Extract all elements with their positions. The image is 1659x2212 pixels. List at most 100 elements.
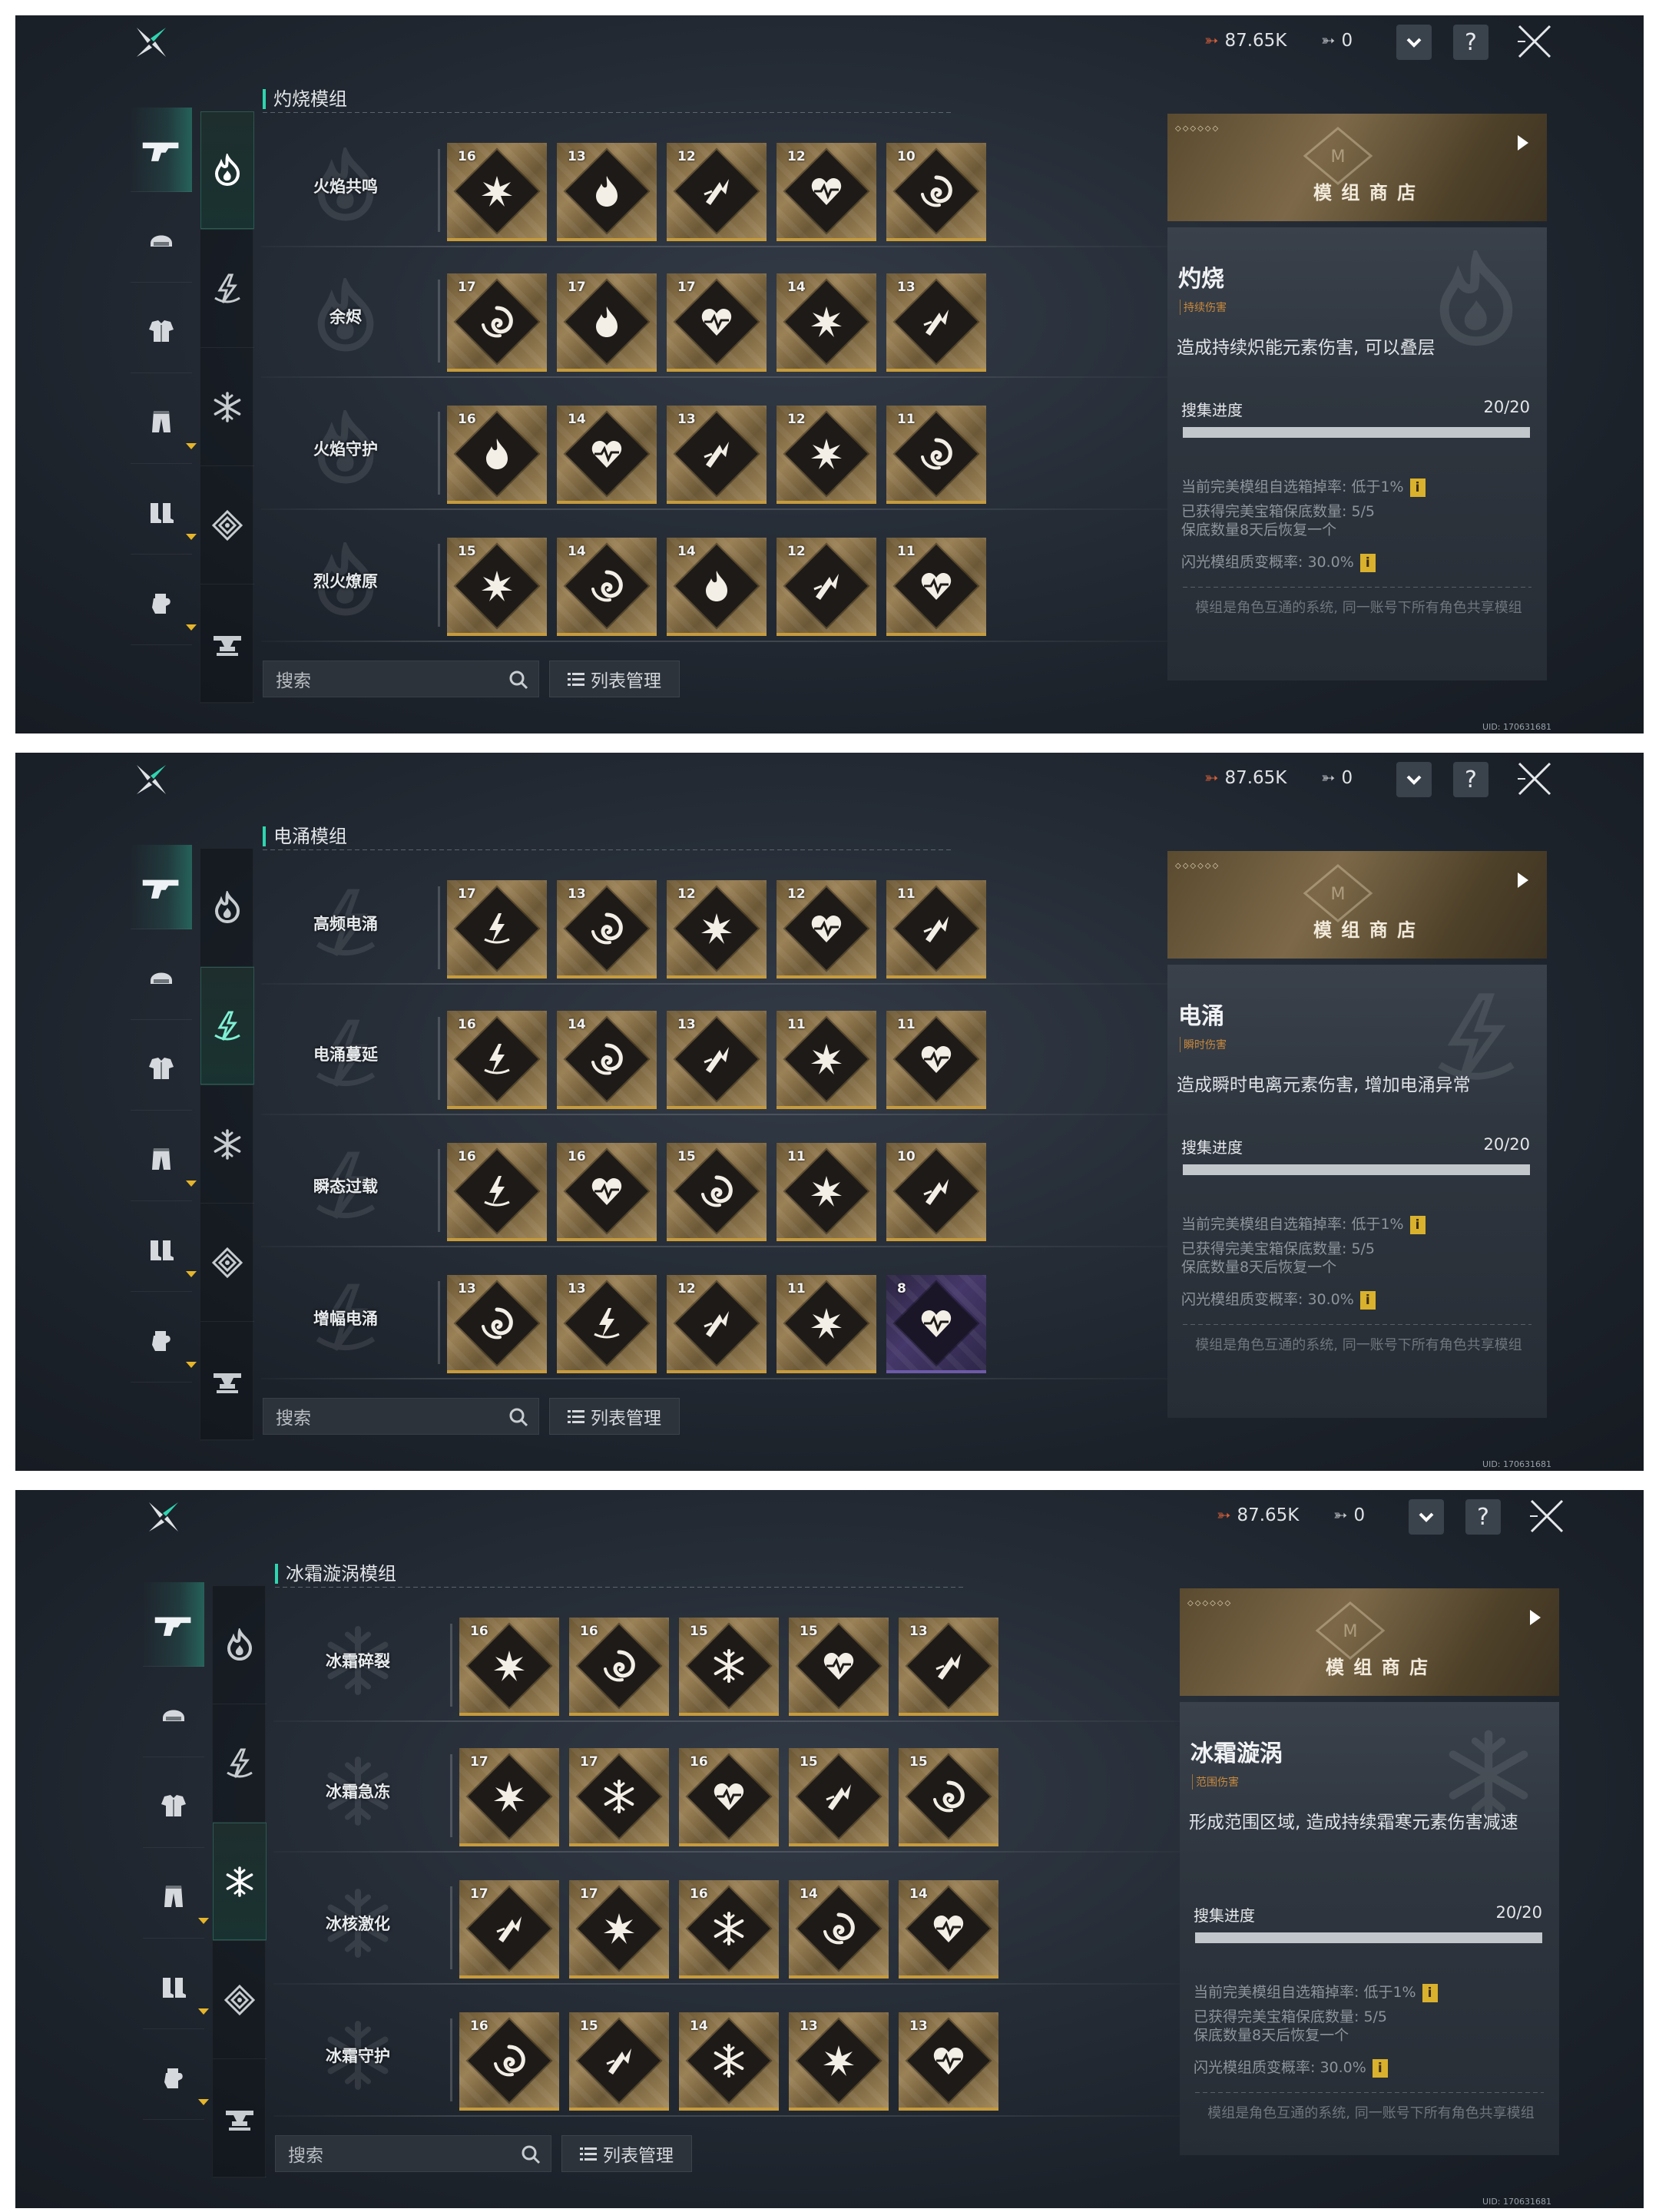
equipment-slot-glove[interactable] <box>143 2035 209 2120</box>
module-tile[interactable]: 17 <box>569 1748 669 1846</box>
module-tile[interactable]: 8 <box>886 1275 986 1373</box>
module-tile[interactable]: 12 <box>667 880 767 979</box>
module-set-row[interactable]: 冰核激化 17 17 16 14 14 <box>273 1869 1180 1985</box>
module-tile[interactable]: 14 <box>667 538 767 636</box>
module-tile[interactable]: 12 <box>777 406 876 504</box>
module-tile[interactable]: 13 <box>557 1275 657 1373</box>
equipment-slot-glove[interactable] <box>131 561 197 645</box>
module-tile[interactable]: 16 <box>447 1143 547 1241</box>
equipment-slot-pants[interactable] <box>143 1854 209 1939</box>
module-tile[interactable]: 16 <box>679 1880 779 1979</box>
element-tab-fire-element[interactable] <box>200 111 254 230</box>
equipment-slot-boots[interactable] <box>143 1945 209 2029</box>
module-tile[interactable]: 11 <box>777 1011 876 1109</box>
element-tab-physical-element[interactable] <box>200 1204 254 1322</box>
list-manage-button[interactable]: 列表管理 <box>549 1398 680 1435</box>
search-input[interactable]: 搜索 <box>263 661 539 697</box>
list-manage-button[interactable]: 列表管理 <box>561 2135 692 2172</box>
module-set-row[interactable]: 烈火燎原 15 14 14 12 11 <box>261 527 1167 642</box>
list-manage-button[interactable]: 列表管理 <box>549 661 680 697</box>
module-tile[interactable]: 12 <box>667 143 767 241</box>
help-button[interactable]: ? <box>1453 762 1488 797</box>
element-tab-anvil[interactable] <box>200 1322 254 1440</box>
module-set-row[interactable]: 冰霜碎裂 16 16 15 15 13 <box>273 1607 1180 1722</box>
equipment-slot-glove[interactable] <box>131 1298 197 1382</box>
dropdown-button[interactable] <box>1409 1499 1444 1535</box>
module-tile[interactable]: 13 <box>667 406 767 504</box>
close-button[interactable] <box>1515 22 1555 61</box>
module-tile[interactable]: 16 <box>447 143 547 241</box>
element-tab-thunder-element[interactable] <box>200 230 254 348</box>
module-tile[interactable]: 13 <box>899 2012 998 2111</box>
module-tile[interactable]: 14 <box>557 1011 657 1109</box>
element-tab-thunder-element[interactable] <box>200 967 254 1085</box>
module-tile[interactable]: 11 <box>886 406 986 504</box>
equipment-slot-armor[interactable] <box>131 289 192 373</box>
module-tile[interactable]: 12 <box>777 880 876 979</box>
info-icon[interactable]: i <box>1409 478 1426 497</box>
module-tile[interactable]: 14 <box>777 273 876 372</box>
equipment-slot-pistol[interactable] <box>131 108 192 192</box>
module-tile[interactable]: 14 <box>557 538 657 636</box>
element-tab-fire-element[interactable] <box>200 849 254 967</box>
module-tile[interactable]: 16 <box>447 1011 547 1109</box>
module-set-row[interactable]: 高频电涌 17 13 12 12 11 <box>261 869 1167 985</box>
module-tile[interactable]: 13 <box>447 1275 547 1373</box>
equipment-slot-armor[interactable] <box>143 1763 204 1848</box>
element-tab-frost-element[interactable] <box>200 1085 254 1204</box>
info-icon[interactable]: i <box>1372 2058 1388 2078</box>
module-set-row[interactable]: 增幅电涌 13 13 12 11 8 <box>261 1264 1167 1379</box>
module-set-row[interactable]: 火焰共鸣 16 13 12 12 10 <box>261 132 1167 247</box>
module-tile[interactable]: 13 <box>899 1618 998 1716</box>
module-tile[interactable]: 15 <box>679 1618 779 1716</box>
module-tile[interactable]: 11 <box>777 1143 876 1241</box>
module-tile[interactable]: 16 <box>447 406 547 504</box>
element-tab-physical-element[interactable] <box>200 466 254 584</box>
module-tile[interactable]: 11 <box>886 880 986 979</box>
module-tile[interactable]: 16 <box>459 1618 559 1716</box>
module-shop-button[interactable]: ◇◇◇◇◇◇ M 模 组 商 店 <box>1167 851 1547 959</box>
close-button[interactable] <box>1527 1496 1567 1536</box>
element-tab-anvil[interactable] <box>200 584 254 703</box>
module-tile[interactable]: 15 <box>789 1618 889 1716</box>
module-shop-button[interactable]: ◇◇◇◇◇◇ M 模 组 商 店 <box>1167 114 1547 221</box>
module-set-row[interactable]: 电涌蔓延 16 14 13 11 11 <box>261 1000 1167 1115</box>
info-icon[interactable]: i <box>1409 1215 1426 1234</box>
module-tile[interactable]: 11 <box>886 1011 986 1109</box>
module-tile[interactable]: 11 <box>777 1275 876 1373</box>
module-tile[interactable]: 14 <box>679 2012 779 2111</box>
module-tile[interactable]: 15 <box>667 1143 767 1241</box>
element-tab-thunder-element[interactable] <box>213 1704 267 1823</box>
module-tile[interactable]: 10 <box>886 143 986 241</box>
module-tile[interactable]: 13 <box>557 143 657 241</box>
module-tile[interactable]: 10 <box>886 1143 986 1241</box>
module-tile[interactable]: 12 <box>667 1275 767 1373</box>
module-tile[interactable]: 17 <box>557 273 657 372</box>
help-button[interactable]: ? <box>1465 1499 1501 1535</box>
module-tile[interactable]: 14 <box>899 1880 998 1979</box>
close-button[interactable] <box>1515 759 1555 799</box>
info-icon[interactable]: i <box>1359 1290 1376 1310</box>
module-tile[interactable]: 17 <box>447 880 547 979</box>
element-tab-fire-element[interactable] <box>213 1586 267 1704</box>
module-tile[interactable]: 14 <box>789 1880 889 1979</box>
module-tile[interactable]: 17 <box>667 273 767 372</box>
module-tile[interactable]: 15 <box>789 1748 889 1846</box>
module-tile[interactable]: 16 <box>459 2012 559 2111</box>
equipment-slot-helmet[interactable] <box>131 935 192 1020</box>
equipment-slot-pants[interactable] <box>131 379 197 464</box>
module-tile[interactable]: 13 <box>667 1011 767 1109</box>
module-tile[interactable]: 13 <box>557 880 657 979</box>
module-tile[interactable]: 11 <box>886 538 986 636</box>
equipment-slot-helmet[interactable] <box>143 1673 204 1757</box>
module-tile[interactable]: 12 <box>777 538 876 636</box>
module-shop-button[interactable]: ◇◇◇◇◇◇ M 模 组 商 店 <box>1180 1588 1559 1696</box>
element-tab-physical-element[interactable] <box>213 1941 267 2059</box>
module-tile[interactable]: 15 <box>569 2012 669 2111</box>
module-tile[interactable]: 17 <box>459 1880 559 1979</box>
info-icon[interactable]: i <box>1422 1983 1438 2002</box>
info-icon[interactable]: i <box>1359 553 1376 572</box>
module-tile[interactable]: 17 <box>569 1880 669 1979</box>
module-tile[interactable]: 15 <box>899 1748 998 1846</box>
equipment-slot-pants[interactable] <box>131 1117 197 1201</box>
